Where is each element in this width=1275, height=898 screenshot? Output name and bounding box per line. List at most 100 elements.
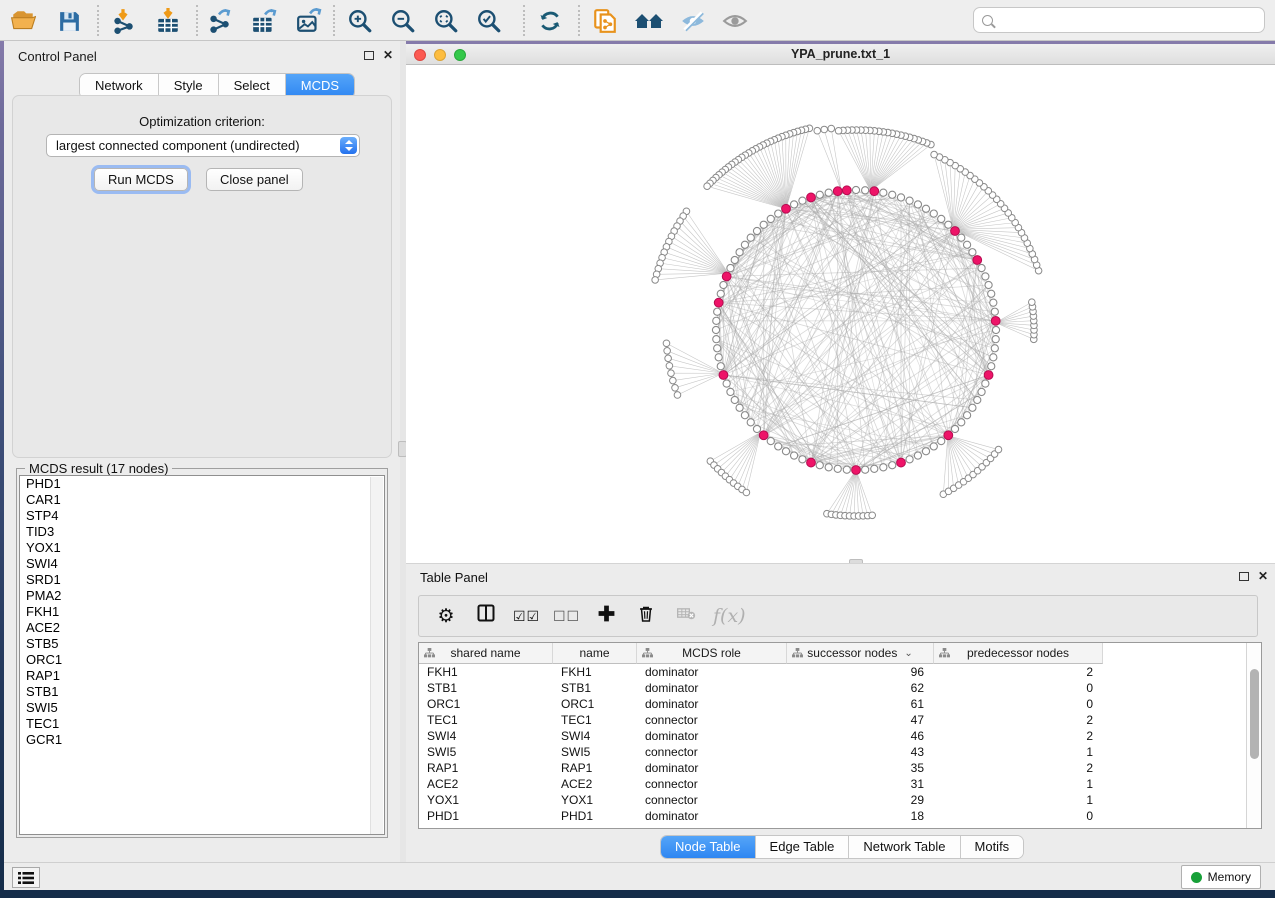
ring-node[interactable]	[727, 264, 734, 271]
ring-node[interactable]	[969, 249, 976, 256]
tab-motifs[interactable]: Motifs	[961, 836, 1024, 858]
mcds-result-item[interactable]: SWI5	[20, 700, 384, 716]
mcds-hub-node[interactable]	[984, 371, 993, 380]
ring-node[interactable]	[736, 404, 743, 411]
tab-node-table[interactable]: Node Table	[661, 836, 756, 858]
select-all-checkboxes-icon[interactable]: ☑☑	[513, 608, 539, 625]
memory-button[interactable]: Memory	[1181, 865, 1261, 889]
column-layout-icon[interactable]	[473, 603, 499, 629]
first-neighbors-icon[interactable]	[634, 7, 664, 35]
satellite-node[interactable]	[828, 125, 835, 132]
satellite-node[interactable]	[652, 277, 659, 284]
search-input[interactable]	[999, 10, 1264, 30]
import-table-icon[interactable]	[153, 7, 183, 35]
mcds-result-item[interactable]: PHD1	[20, 476, 384, 492]
ring-node[interactable]	[889, 462, 896, 469]
open-file-icon[interactable]	[8, 7, 38, 35]
ring-node[interactable]	[715, 354, 722, 361]
mcds-list-scrollbar[interactable]	[370, 477, 383, 835]
mcds-hub-node[interactable]	[870, 187, 879, 196]
ring-node[interactable]	[990, 354, 997, 361]
ring-node[interactable]	[852, 186, 859, 193]
export-table-icon[interactable]	[249, 7, 279, 35]
ring-node[interactable]	[982, 273, 989, 280]
ring-node[interactable]	[978, 264, 985, 271]
mcds-result-item[interactable]: SRD1	[20, 572, 384, 588]
ring-node[interactable]	[862, 466, 869, 473]
ring-node[interactable]	[753, 425, 760, 432]
ring-node[interactable]	[731, 396, 738, 403]
ring-node[interactable]	[880, 464, 887, 471]
tab-network-table[interactable]: Network Table	[849, 836, 960, 858]
satellite-node[interactable]	[821, 126, 828, 133]
ring-node[interactable]	[958, 234, 965, 241]
network-graph[interactable]	[406, 65, 1275, 563]
mcds-result-item[interactable]: ORC1	[20, 652, 384, 668]
hide-selected-icon[interactable]	[678, 7, 708, 35]
ring-node[interactable]	[988, 290, 995, 297]
ring-node[interactable]	[717, 363, 724, 370]
mcds-hub-node[interactable]	[991, 316, 1000, 325]
mcds-hub-node[interactable]	[833, 187, 842, 196]
mcds-result-item[interactable]: STP4	[20, 508, 384, 524]
ring-node[interactable]	[963, 241, 970, 248]
ring-node[interactable]	[922, 205, 929, 212]
satellite-node[interactable]	[666, 362, 673, 369]
mcds-hub-node[interactable]	[722, 272, 731, 281]
mcds-result-item[interactable]: ACE2	[20, 620, 384, 636]
ring-node[interactable]	[978, 388, 985, 395]
ring-node[interactable]	[713, 336, 720, 343]
column-header-name[interactable]: name	[553, 643, 637, 664]
ring-node[interactable]	[760, 221, 767, 228]
mcds-hub-node[interactable]	[852, 466, 861, 475]
column-header-MCDS-role[interactable]: MCDS role	[637, 643, 787, 664]
run-mcds-button[interactable]: Run MCDS	[94, 168, 188, 191]
zoom-out-icon[interactable]	[388, 7, 418, 35]
ring-node[interactable]	[969, 404, 976, 411]
task-history-button[interactable]	[12, 867, 40, 888]
ring-node[interactable]	[799, 197, 806, 204]
ring-node[interactable]	[736, 249, 743, 256]
ring-node[interactable]	[741, 412, 748, 419]
mcds-hub-node[interactable]	[759, 431, 768, 440]
mcds-hub-node[interactable]	[782, 204, 791, 213]
node-table[interactable]: shared namenameMCDS rolesuccessor nodes⌄…	[418, 642, 1262, 829]
mcds-result-item[interactable]: TID3	[20, 524, 384, 540]
satellite-node[interactable]	[704, 183, 711, 190]
satellite-node[interactable]	[995, 446, 1002, 453]
ring-node[interactable]	[731, 256, 738, 263]
ring-node[interactable]	[767, 437, 774, 444]
ring-node[interactable]	[816, 462, 823, 469]
close-panel-button[interactable]: Close panel	[206, 168, 303, 191]
mcds-result-item[interactable]: TEC1	[20, 716, 384, 732]
ring-node[interactable]	[723, 380, 730, 387]
ring-node[interactable]	[720, 281, 727, 288]
table-row[interactable]: FKH1FKH1dominator962	[419, 664, 1247, 680]
mcds-result-list[interactable]: PHD1CAR1STP4TID3YOX1SWI4SRD1PMA2FKH1ACE2…	[19, 475, 385, 835]
column-header-shared-name[interactable]: shared name	[419, 643, 553, 664]
ring-node[interactable]	[988, 363, 995, 370]
mcds-result-item[interactable]: GCR1	[20, 732, 384, 748]
satellite-node[interactable]	[670, 377, 677, 384]
ring-node[interactable]	[992, 326, 999, 333]
table-row[interactable]: STB1STB1dominator620	[419, 680, 1247, 696]
network-window-titlebar[interactable]: YPA_prune.txt_1	[406, 44, 1275, 65]
mcds-result-item[interactable]: RAP1	[20, 668, 384, 684]
satellite-node[interactable]	[672, 385, 679, 392]
delete-column-icon[interactable]	[633, 604, 659, 629]
satellite-node[interactable]	[835, 127, 842, 134]
ring-node[interactable]	[889, 191, 896, 198]
table-scrollbar[interactable]	[1246, 643, 1261, 828]
ring-node[interactable]	[930, 443, 937, 450]
mcds-hub-node[interactable]	[714, 298, 723, 307]
satellite-node[interactable]	[664, 348, 671, 355]
ring-node[interactable]	[834, 465, 841, 472]
ring-node[interactable]	[775, 443, 782, 450]
float-panel-icon[interactable]	[364, 51, 374, 60]
ring-node[interactable]	[799, 456, 806, 463]
search-box[interactable]	[973, 7, 1265, 33]
mcds-result-item[interactable]: STB5	[20, 636, 384, 652]
table-scrollbar-thumb[interactable]	[1250, 669, 1259, 759]
table-row[interactable]: RAP1RAP1dominator352	[419, 760, 1247, 776]
ring-node[interactable]	[991, 345, 998, 352]
